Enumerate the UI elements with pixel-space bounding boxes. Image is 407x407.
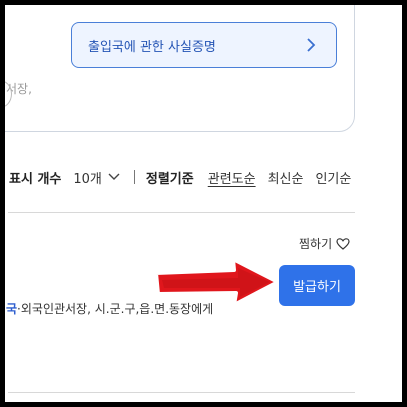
entry-exit-certificate-button[interactable]: 출입국에 관한 사실증명 [71,22,337,68]
sort-criteria-label: 정렬기준 [145,171,194,187]
display-count-value: 10개 [73,171,102,187]
favorite-button[interactable]: 찜하기 [299,235,350,252]
description-highlight: 국 [6,302,18,316]
display-count-select[interactable]: 10개 [73,168,120,187]
divider [8,212,355,213]
sort-option-latest[interactable]: 최신순 [268,168,304,187]
display-count-label: 표시 개수 [9,171,62,187]
sort-option-popular[interactable]: 인기순 [315,168,351,187]
favorite-label: 찜하기 [299,237,333,251]
sort-bar: 표시 개수 10개 정렬기준 관련도순 최신순 인기순 [9,166,363,188]
divider [8,392,355,393]
heart-icon [336,237,350,250]
chevron-down-icon [108,173,120,180]
cert-button-label: 출입국에 관한 사실증명 [88,39,216,55]
description-text: ·외국인관서장, 시.군.구,읍.면.동장에게 [17,302,214,316]
divider [133,170,135,184]
service-description: 국·외국인관서장, 시.군.구,읍.면.동장에게 [6,300,213,317]
sort-option-relevance[interactable]: 관련도순 [208,168,256,187]
issue-button[interactable]: 발급하기 [279,265,355,306]
chevron-right-icon [307,38,316,52]
